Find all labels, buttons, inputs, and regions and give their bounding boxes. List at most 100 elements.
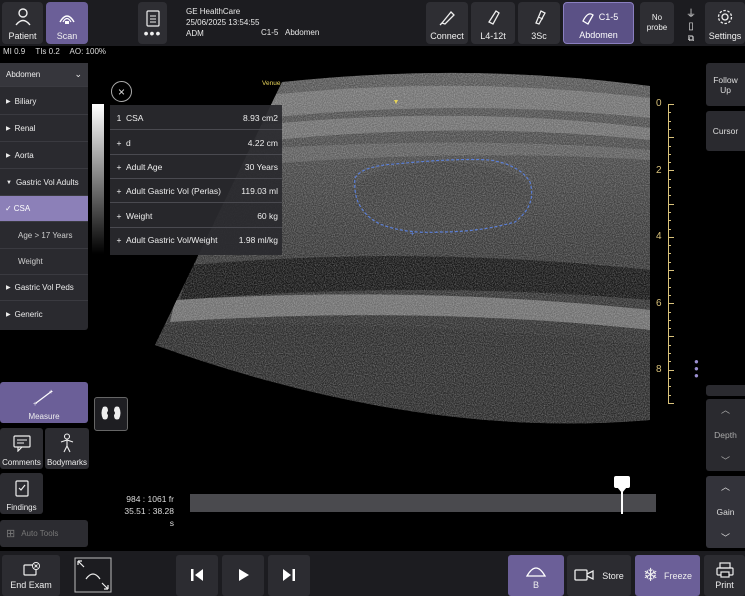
depth-tick [668,187,671,188]
end-exam-button[interactable]: End Exam [2,555,60,596]
result-row[interactable]: + Adult Gastric Vol/Weight 1.98 ml/kg [110,228,282,252]
probe-3sc-button[interactable]: 3Sc [518,2,560,44]
probe-c1-5-button[interactable]: C1-5 Abdomen [563,2,634,44]
probe1-label: L4-12t [480,31,506,41]
menu-item-label: Gastric Vol Peds [14,283,74,292]
settings-button[interactable]: Settings [705,2,745,44]
findings-button[interactable]: Findings [0,473,43,514]
freeze-button[interactable]: ❄ Freeze [635,555,700,596]
menu-item-gastric-vol-adults[interactable]: ▼ Gastric Vol Adults [0,170,88,196]
menu-item-gastric-vol-peds[interactable]: ▶ Gastric Vol Peds [0,275,88,301]
scan-icon [56,2,78,31]
comments-button[interactable]: Comments [0,428,43,469]
result-row[interactable]: + Adult Gastric Vol (Perlas) 119.03 ml [110,179,282,203]
follow-up-button[interactable]: Follow Up [706,63,745,106]
connectivity-status: ⏚ ▯ ⧉ [680,4,702,44]
network-icon: ⧉ [687,32,695,43]
result-marker: + [116,185,122,196]
result-marker: + [116,235,122,245]
depth-tick [668,303,674,305]
chevron-down-icon: ⌄ [74,69,82,79]
depth-tick [668,253,671,255]
cine-slider-handle[interactable] [613,476,630,514]
grayscale-bar [92,104,104,254]
cine-scrollbar[interactable] [190,476,656,514]
menu-item-aorta[interactable]: ▶ Aorta [0,143,88,169]
measurement-menu: Abdomen ⌄ ▶ Biliary ▶ Renal ▶ Aorta ▼ Gastri… [0,63,88,330]
gear-icon [716,2,734,31]
patient-label: Patient [8,31,37,41]
depth-control[interactable]: ︿ Depth ﹀ [706,399,745,471]
scan-label: Scan [56,31,78,41]
connect-button[interactable]: Connect [426,2,468,44]
depth-tick [668,402,674,404]
result-row[interactable]: + d 4.22 cm [110,131,282,155]
print-button[interactable]: Print [704,555,745,596]
depth-tick [668,311,671,313]
depth-tick [668,344,671,346]
previous-frame-button[interactable] [176,555,218,596]
svg-text:+: + [49,389,53,396]
probe2-label: 3Sc [531,31,547,41]
depth-tick [668,128,671,130]
no-probe-button[interactable]: No probe [640,2,674,44]
cine-info: 984 : 1061 fr 35.51 : 38.28 s [118,493,174,529]
b-mode-button[interactable]: B [508,555,564,596]
result-row[interactable]: + Adult Age 30 Years [110,155,282,179]
page-dots-icon: ● ● ● [694,357,699,380]
menu-item-label: Renal [14,124,36,133]
close-icon[interactable]: × [111,81,132,102]
comment-icon [12,428,32,458]
result-row[interactable]: 1 CSA 8.93 cm2 [110,106,282,130]
depth-tick [668,245,671,247]
menu-header[interactable]: Abdomen ⌄ [0,63,88,87]
bodymarks-button[interactable]: Bodymarks [45,428,89,469]
triangle-right-icon: ▶ [6,285,11,291]
depth-tick [668,195,671,197]
patient-button[interactable]: Patient [2,2,43,44]
depth-tick [668,228,671,230]
depth-tick [668,270,674,271]
menu-item-biliary[interactable]: ▶ Biliary [0,89,88,115]
probe-l4-12t-button[interactable]: L4-12t [471,2,515,44]
measure-button[interactable]: + + Measure [0,382,88,423]
play-button[interactable] [222,555,264,596]
menu-item-generic[interactable]: ▶ Generic [0,301,88,327]
menu-item-age[interactable]: Age > 17 Years [0,223,88,249]
cine-frames: 984 : 1061 fr [126,494,174,504]
exam-type: Abdomen [285,28,320,37]
end-exam-label: End Exam [10,579,52,590]
depth-tick-label: 0 [656,98,662,109]
person-icon [13,2,33,31]
chevron-down-icon: ﹀ [720,456,730,466]
worklist-button[interactable]: ••• [138,2,167,44]
depth-tick [668,120,671,122]
depth-tick [668,236,674,238]
next-frame-button[interactable] [268,555,310,596]
menu-item-renal[interactable]: ▶ Renal [0,116,88,142]
auto-tools-button[interactable]: ⊞ Auto Tools [0,520,88,547]
cursor-label: Cursor [712,126,739,136]
depth-tick [668,203,674,205]
user-name: ADM [186,29,204,38]
triangle-right-icon: ▶ [6,99,11,105]
store-button[interactable]: Store [567,555,631,596]
result-label: Weight [126,210,153,221]
store-label: Store [602,570,624,581]
fullscreen-button[interactable] [65,555,121,596]
convex-probe-icon: C1-5 [579,3,618,30]
checkmark-icon: ✓ [5,204,12,213]
result-label: d [126,137,131,148]
kidney-icon [99,403,123,425]
result-row[interactable]: + Weight 60 kg [110,204,282,228]
kidney-button[interactable] [94,397,128,431]
result-label: Adult Age [126,161,163,172]
cursor-button[interactable]: Cursor [706,111,745,151]
depth-tick-label: 6 [656,297,662,309]
menu-item-weight[interactable]: Weight [0,249,88,275]
menu-item-csa[interactable]: ✓ CSA [0,196,88,222]
gain-control[interactable]: ︿ Gain ﹀ [706,476,745,548]
depth-tick [668,319,671,321]
linear-probe-icon [483,2,503,31]
scan-button[interactable]: Scan [46,2,88,44]
